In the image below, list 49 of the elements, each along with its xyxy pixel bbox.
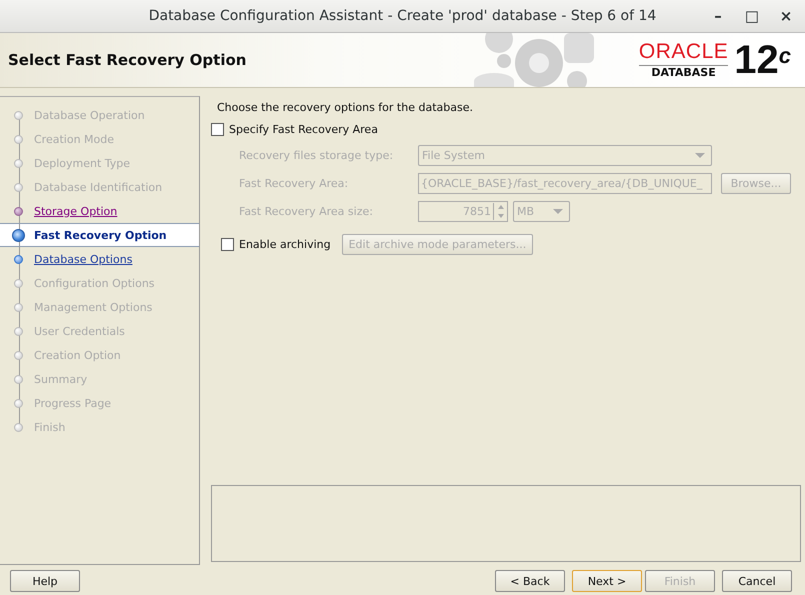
step-dot-icon (14, 158, 23, 168)
current-step[interactable]: Fast Recovery Option (0, 223, 199, 247)
step-label: Deployment Type (34, 156, 130, 170)
step-dot-icon (14, 398, 23, 408)
step-dot-icon (14, 182, 23, 192)
step-dot-icon (14, 350, 23, 360)
step-dot-icon (14, 206, 23, 216)
caret-icon (695, 153, 705, 158)
step-link[interactable]: Database Options (34, 252, 132, 266)
window-title: Database Configuration Assistant - Create 'prod' database - Step 6 of 14 (148, 8, 656, 24)
step-dot-icon (12, 228, 25, 242)
step-label: Summary (34, 372, 88, 386)
field-label: Fast Recovery Area: (239, 177, 350, 190)
step-label: Database Operation (34, 108, 145, 122)
field-label: Recovery files storage type: (239, 149, 394, 162)
version-logo: 12$^{c}$ (734, 38, 791, 82)
step-label: Creation Mode (34, 132, 114, 146)
step-label: Configuration Options (34, 276, 155, 290)
next-button[interactable]: Next > (572, 570, 642, 592)
step-dot-icon (14, 374, 23, 384)
step-dot-icon (14, 254, 23, 264)
step-dot-icon (14, 422, 23, 432)
field-label: Fast Recovery Area size: (239, 205, 374, 218)
step-label: Fast Recovery Option (34, 228, 167, 242)
step-label: Finish (34, 420, 66, 434)
step-link[interactable]: Storage Option (34, 204, 118, 218)
checkbox-label[interactable]: Specify Fast Recovery Area (229, 123, 378, 136)
back-button[interactable]: < Back (495, 570, 565, 592)
help-button[interactable]: Help (10, 570, 80, 592)
step-label: Database Identification (34, 180, 162, 194)
oracle-logo: ORACLE (638, 41, 728, 66)
maximize-button[interactable]: □ (737, 4, 767, 28)
step-dot-icon (14, 278, 23, 288)
step-label: User Credentials (34, 324, 125, 338)
step-label: Management Options (34, 300, 152, 314)
product-name: DATABASE (651, 66, 716, 79)
page-title: Select Fast Recovery Option (7, 51, 248, 69)
minimize-button[interactable]: – (703, 4, 733, 28)
instruction-text: Choose the recovery options for the database. (217, 101, 474, 114)
step-dot-icon (14, 134, 23, 144)
step-dot-icon (14, 326, 23, 336)
step-label: Progress Page (34, 396, 112, 410)
close-button[interactable]: × (771, 4, 801, 28)
step-label: Creation Option (34, 348, 121, 362)
cancel-button[interactable]: Cancel (722, 570, 792, 592)
caret-icon (553, 209, 563, 214)
checkbox[interactable] (211, 123, 224, 136)
step-dot-icon (14, 110, 23, 120)
step-dot-icon (14, 302, 23, 312)
